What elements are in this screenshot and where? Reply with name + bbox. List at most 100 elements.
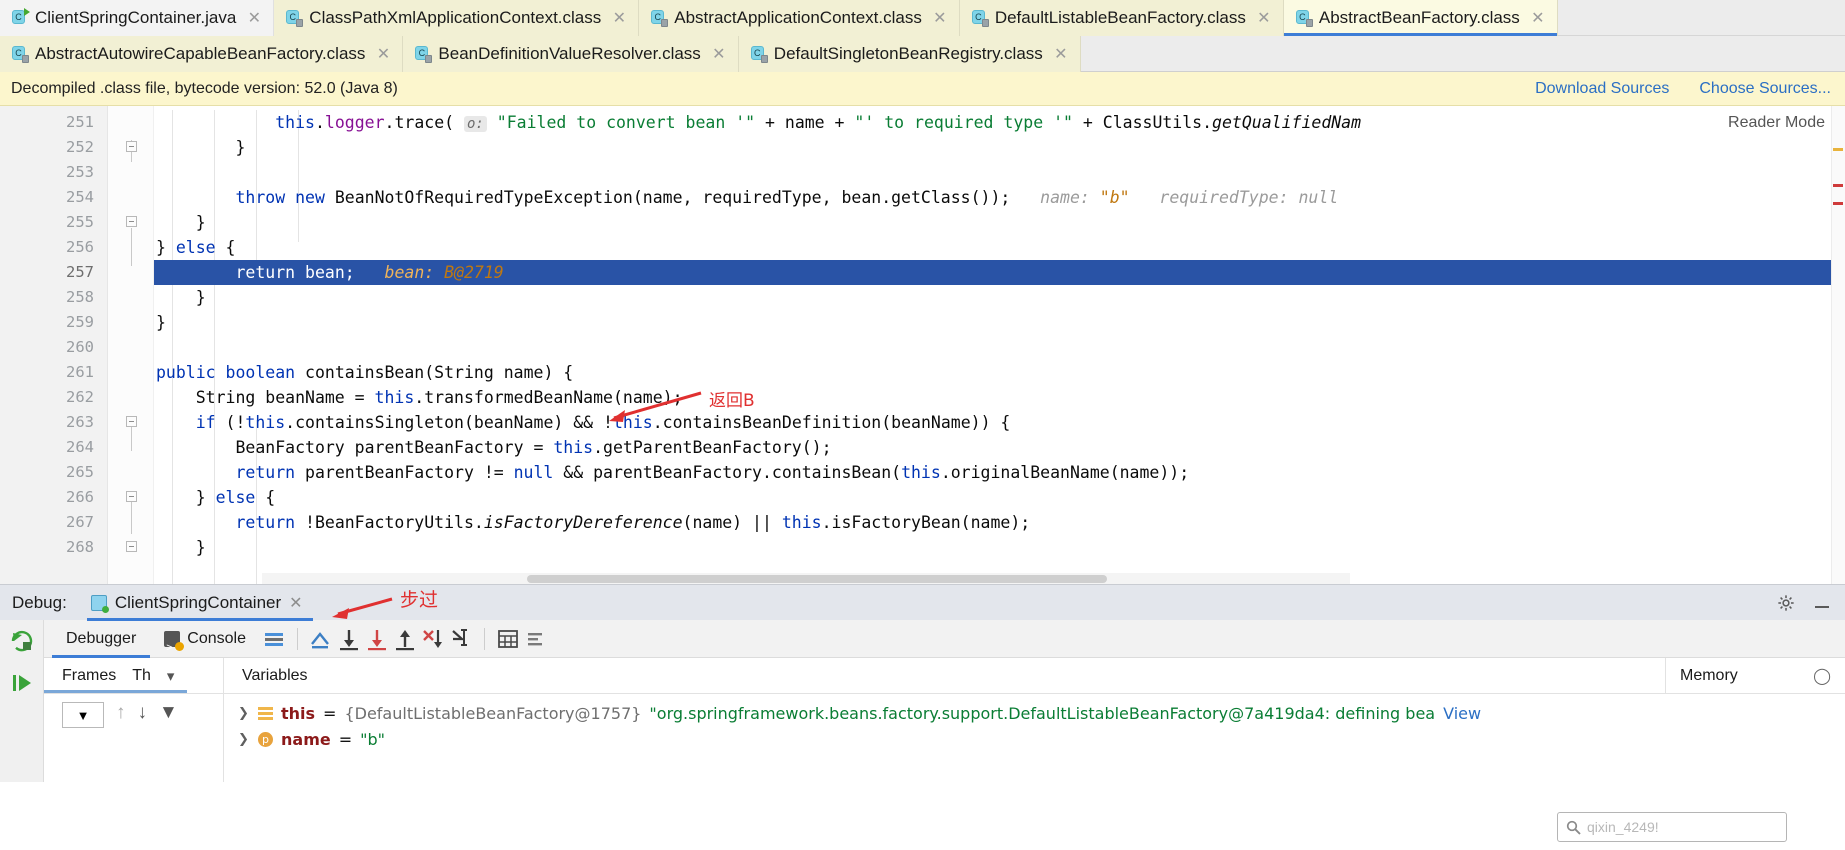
code-line-255[interactable]: } [154, 210, 1845, 235]
close-icon[interactable]: ✕ [933, 8, 947, 28]
download-sources-link[interactable]: Download Sources [1535, 80, 1669, 98]
fold-marker-255[interactable] [108, 210, 153, 235]
close-icon[interactable]: ✕ [612, 8, 626, 28]
filter-icon[interactable]: ▼ [159, 702, 178, 724]
debug-sub-header[interactable]: Frames Th ▾ Variables Memory ◯ [44, 658, 1845, 694]
code-line-261[interactable]: public boolean containsBean(String name)… [154, 360, 1845, 385]
memory-tab[interactable]: Memory ◯ [1665, 658, 1845, 693]
inline-debug-value-requiredtype: null [1298, 188, 1339, 207]
move-down-icon[interactable]: ↓ [138, 702, 148, 724]
step-out-icon[interactable] [391, 625, 419, 653]
debugger-toolbar[interactable]: Debugger Console [44, 620, 1845, 667]
close-icon[interactable]: ✕ [247, 8, 261, 28]
frames-pane[interactable]: ▼ ↑ ↓ ▼ [44, 694, 224, 782]
drop-frame-icon[interactable] [419, 625, 447, 653]
debug-main-area[interactable]: Debugger Console [44, 620, 1845, 782]
editor-fold-gutter[interactable] [108, 106, 154, 584]
close-icon[interactable]: ✕ [1257, 8, 1271, 28]
fold-marker-263[interactable] [108, 410, 153, 435]
editor-tab-bar-row-1[interactable]: C ClientSpringContainer.java ✕ C ClassPa… [0, 0, 1845, 36]
variables-tab[interactable]: Variables [224, 658, 1665, 693]
debug-tool-window[interactable]: Debugger Console [0, 620, 1845, 782]
close-icon[interactable]: ✕ [712, 44, 726, 64]
code-line-267[interactable]: return !BeanFactoryUtils.isFactoryDerefe… [154, 510, 1845, 535]
editor-tab-defaultsingletonbeanregistry[interactable]: C DefaultSingletonBeanRegistry.class ✕ [738, 36, 1081, 72]
hide-icon[interactable] [1813, 594, 1831, 612]
chevron-down-icon[interactable]: ▾ [167, 667, 175, 685]
code-line-257-current-execution[interactable]: return bean; bean: B@2719 [154, 260, 1845, 285]
tab-console[interactable]: Console [150, 620, 260, 667]
rerun-icon[interactable] [9, 628, 35, 654]
fold-marker-266[interactable] [108, 485, 153, 510]
code-line-253[interactable] [154, 160, 1845, 185]
search-everywhere-box[interactable]: qixin_4249! [1557, 812, 1787, 842]
close-icon[interactable]: ✕ [1531, 8, 1545, 28]
chevron-right-icon[interactable]: ❯ [238, 706, 250, 721]
debug-tool-window-header[interactable]: Debug: ClientSpringContainer ✕ 步过 [0, 584, 1845, 621]
code-line-265[interactable]: return parentBeanFactory != null && pare… [154, 460, 1845, 485]
editor-tab-abstractautowirecapablebeanfactory[interactable]: C AbstractAutowireCapableBeanFactory.cla… [0, 36, 404, 72]
show-execution-point-icon[interactable] [307, 625, 335, 653]
variable-row-name[interactable]: ❯ p name = "b" [224, 726, 1845, 752]
reader-mode-label[interactable]: Reader Mode [1728, 114, 1825, 132]
code-line-260[interactable] [154, 335, 1845, 360]
code-line-252[interactable]: } [154, 135, 1845, 160]
resume-program-icon[interactable] [9, 670, 35, 696]
code-line-266[interactable]: } else { [154, 485, 1845, 510]
frames-tab[interactable]: Frames Th ▾ [44, 658, 224, 693]
code-line-259[interactable]: } [154, 310, 1845, 335]
editor-gutter[interactable]: 251 252 253 254 255 256 257 258 259 260 … [0, 106, 142, 584]
move-up-icon[interactable]: ↑ [116, 702, 126, 724]
close-icon[interactable]: ✕ [289, 593, 302, 613]
editor-tab-defaultlistablebeanfactory[interactable]: C DefaultListableBeanFactory.class ✕ [959, 0, 1284, 36]
class-file-icon: C [11, 45, 29, 63]
editor-tab-abstractbeanfactory[interactable]: C AbstractBeanFactory.class ✕ [1283, 0, 1558, 36]
code-keyword-boolean: boolean [215, 363, 296, 382]
code-token-logger: logger [324, 113, 385, 132]
chevron-right-icon[interactable]: ❯ [238, 732, 250, 747]
debug-content[interactable]: ▼ ↑ ↓ ▼ ❯ this = {DefaultListableBeanFac… [44, 694, 1845, 782]
editor-overview-scrollbar[interactable] [1831, 106, 1845, 584]
editor-horizontal-scrollbar[interactable] [262, 573, 1350, 584]
variable-value: "b" [360, 729, 385, 749]
fold-marker-268[interactable] [108, 535, 153, 560]
evaluate-expression-icon[interactable] [494, 625, 522, 653]
code-line-251[interactable]: this.logger.trace( o: "Failed to convert… [154, 110, 1845, 135]
code-token-this: this [374, 388, 415, 407]
variables-pane[interactable]: ❯ this = {DefaultListableBeanFactory@175… [224, 694, 1845, 782]
editor-tab-client-spring-container[interactable]: C ClientSpringContainer.java ✕ [0, 0, 275, 36]
choose-sources-link[interactable]: Choose Sources... [1699, 80, 1831, 98]
code-line-254[interactable]: throw new BeanNotOfRequiredTypeException… [154, 185, 1845, 210]
memory-label: Memory [1680, 666, 1738, 684]
code-line-268[interactable]: } [154, 535, 1845, 560]
editor-code-area[interactable]: this.logger.trace( o: "Failed to convert… [154, 106, 1845, 584]
editor-tab-abstractapplicationcontext[interactable]: C AbstractApplicationContext.class ✕ [639, 0, 960, 36]
code-editor[interactable]: 251 252 253 254 255 256 257 258 259 260 … [0, 106, 1845, 584]
layout-settings-icon[interactable] [260, 625, 288, 653]
run-to-cursor-icon[interactable] [447, 625, 475, 653]
debug-left-rail[interactable] [0, 620, 44, 782]
memory-refresh-icon[interactable]: ◯ [1813, 666, 1831, 686]
editor-tab-classpathxmlapplicationcontext[interactable]: C ClassPathXmlApplicationContext.class ✕ [274, 0, 640, 36]
code-line-263[interactable]: if (!this.containsSingleton(beanName) &&… [154, 410, 1845, 435]
step-over-icon[interactable] [335, 625, 363, 653]
step-into-icon[interactable] [363, 625, 391, 653]
tab-debugger[interactable]: Debugger [52, 620, 151, 658]
editor-tab-bar-row-2[interactable]: C AbstractAutowireCapableBeanFactory.cla… [0, 36, 1845, 72]
code-line-258[interactable]: } [154, 285, 1845, 310]
close-icon[interactable]: ✕ [376, 44, 390, 64]
debug-header-actions[interactable] [1777, 594, 1845, 612]
debug-session-tab[interactable]: ClientSpringContainer ✕ [81, 585, 313, 621]
view-link[interactable]: View [1443, 704, 1481, 723]
close-icon[interactable]: ✕ [1054, 44, 1068, 64]
mute-breakpoints-icon[interactable] [522, 625, 550, 653]
variable-row-this[interactable]: ❯ this = {DefaultListableBeanFactory@175… [224, 700, 1845, 726]
code-line-262[interactable]: String beanName = this.transformedBeanNa… [154, 385, 1845, 410]
scrollbar-thumb[interactable] [527, 575, 1107, 583]
code-line-256[interactable]: } else { [154, 235, 1845, 260]
editor-tab-beandefinitionvalueresolver[interactable]: C BeanDefinitionValueResolver.class ✕ [403, 36, 739, 72]
fold-marker-252[interactable] [108, 135, 153, 160]
gear-icon[interactable] [1777, 594, 1795, 612]
thread-selector-dropdown[interactable]: ▼ [62, 702, 104, 728]
code-line-264[interactable]: BeanFactory parentBeanFactory = this.get… [154, 435, 1845, 460]
